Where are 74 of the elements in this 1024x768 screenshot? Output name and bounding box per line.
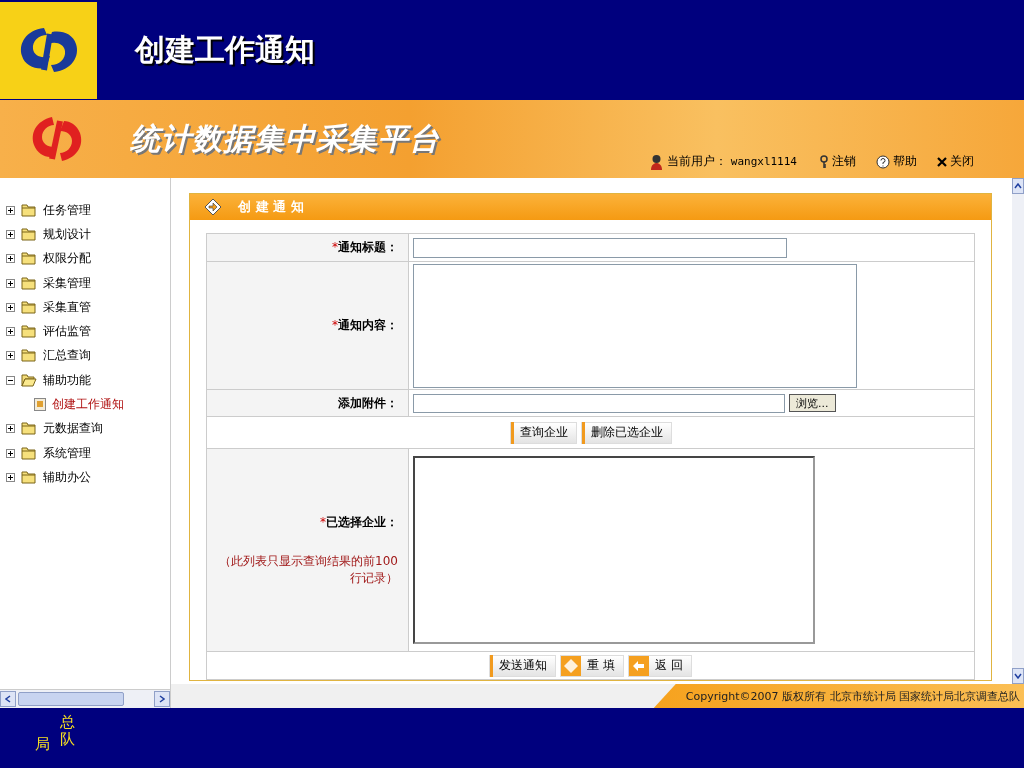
expand-icon[interactable] [6,327,15,337]
tree-item[interactable]: 系统管理 [0,440,170,466]
folder-icon [21,325,37,339]
list-note: （此列表只显示查询结果的前100行记录） [218,552,398,587]
panel-title: 创 建 通 知 [238,198,304,216]
logo-icon [0,1,97,99]
query-button[interactable]: 删除已选企业 [580,421,672,444]
company-list[interactable] [413,456,815,644]
tree-item[interactable]: 汇总查询 [0,343,170,369]
expand-icon[interactable] [6,254,15,264]
field-label: 添加附件： [338,394,398,412]
help-icon [876,154,890,169]
field-label: *通知标题： [332,239,398,256]
user-label: 当前用户： [666,153,727,170]
expand-icon[interactable] [6,278,15,288]
slide-title: 创建工作通知 [135,30,315,69]
tree-item[interactable]: 规划设计 [0,222,170,247]
title-input[interactable] [413,237,787,258]
expand-icon[interactable] [6,351,15,361]
help-link[interactable]: 帮助 [876,153,917,170]
vertical-text: 总队 [60,714,75,750]
close-link[interactable]: 关闭 [937,153,974,170]
vertical-text: 局 [35,736,50,755]
tree-item[interactable]: 权限分配 [0,246,170,271]
expand-icon[interactable] [6,424,15,434]
copyright-text: Copyright©2007 版权所有 北京市统计局 国家统计局北京调查总队 [653,684,1024,708]
scroll-left-icon[interactable] [5,695,11,703]
expand-icon[interactable] [6,205,15,215]
attachment-input[interactable] [413,393,785,413]
browse-button[interactable]: 浏览... [789,394,836,412]
content-textarea[interactable] [413,263,857,388]
reset-button[interactable]: 重 填 [560,654,624,677]
folder-icon [21,470,37,484]
expand-icon[interactable] [6,302,15,312]
folder-icon [21,252,37,266]
folder-icon [21,446,37,460]
app-title: 统计数据集中采集平台 [130,119,440,158]
field-label: *已选择企业： [320,513,398,531]
folder-icon [21,276,37,290]
scroll-up-icon[interactable] [1014,183,1022,189]
tree-item[interactable]: 元数据查询 [0,416,170,441]
tree-item[interactable]: 任务管理 [0,198,170,223]
field-label: *通知内容： [332,317,398,334]
diamond-icon [561,655,582,676]
query-button[interactable]: 查询企业 [509,421,577,444]
expand-icon[interactable] [6,472,15,482]
logout-link[interactable]: 注销 [819,153,856,170]
collapse-icon[interactable] [6,375,15,385]
expand-icon[interactable] [6,229,15,239]
scroll-down-icon[interactable] [1014,673,1022,679]
username: wangxl1114 [730,155,797,168]
back-button[interactable]: 返 回 [628,654,692,677]
expand-icon[interactable] [6,448,15,458]
folder-icon [21,227,37,241]
send-button[interactable]: 发送通知 [489,654,557,677]
tree-item[interactable]: 辅助办公 [0,465,170,490]
folder-icon [21,349,37,363]
vertical-scrollbar[interactable] [1012,178,1024,684]
horizontal-scrollbar[interactable] [0,689,170,708]
key-icon [819,154,829,169]
tree-item[interactable]: 采集管理 [0,270,170,296]
folder-icon [21,203,37,217]
tree-item[interactable]: 辅助功能 [0,368,170,393]
document-icon [34,398,46,411]
close-icon [937,156,947,167]
folder-icon [21,422,37,436]
tree-item[interactable]: 创建工作通知 [0,392,170,417]
scroll-right-icon[interactable] [159,695,165,703]
open-folder-icon [21,373,37,387]
tree-item[interactable]: 采集直管 [0,295,170,320]
user-icon [649,153,663,170]
arrow-icon [204,198,222,216]
folder-icon [21,300,37,314]
tree-item[interactable]: 评估监管 [0,319,170,344]
